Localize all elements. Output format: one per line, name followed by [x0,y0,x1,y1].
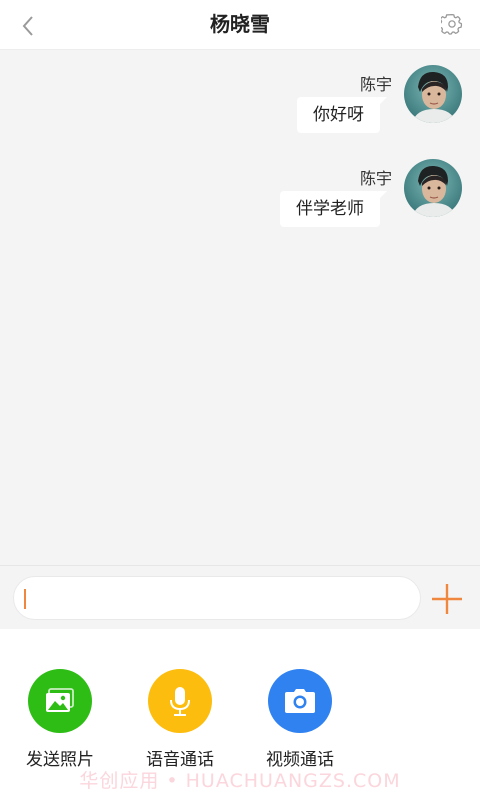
sender-avatar[interactable] [404,159,462,217]
message-item: 陈宇 伴学老师 [162,159,462,229]
message-input[interactable] [13,576,421,620]
gear-icon [441,14,463,35]
voice-call-circle [148,669,212,733]
camera-icon [285,689,315,713]
chat-area[interactable]: 陈宇 你好呀 陈宇 伴学老师 [0,50,480,565]
sender-name: 陈宇 [359,169,392,188]
voice-call-button[interactable]: 语音通话 [130,669,230,779]
sender-name: 陈宇 [359,75,392,94]
watermark: 华创应用 • HUACHUANGZS.COM [79,770,401,792]
plus-icon [432,584,462,614]
message-bubble[interactable]: 你好呀 [297,97,387,133]
input-bar [0,565,480,629]
page-title: 杨晓雪 [210,12,270,36]
sender-avatar[interactable] [404,65,462,123]
video-call-button[interactable]: 视频通话 [250,669,350,779]
message-bubble[interactable]: 伴学老师 [280,191,387,227]
text-caret [24,589,26,609]
message-item: 陈宇 你好呀 [162,65,462,135]
settings-button[interactable] [438,10,466,38]
send-photo-button[interactable]: 发送照片 [10,669,110,779]
video-call-circle [268,669,332,733]
photo-icon [46,688,74,712]
microphone-icon [170,687,190,716]
send-photo-circle [28,669,92,733]
top-bar: 杨晓雪 [0,0,480,50]
more-options-button[interactable] [428,580,466,618]
